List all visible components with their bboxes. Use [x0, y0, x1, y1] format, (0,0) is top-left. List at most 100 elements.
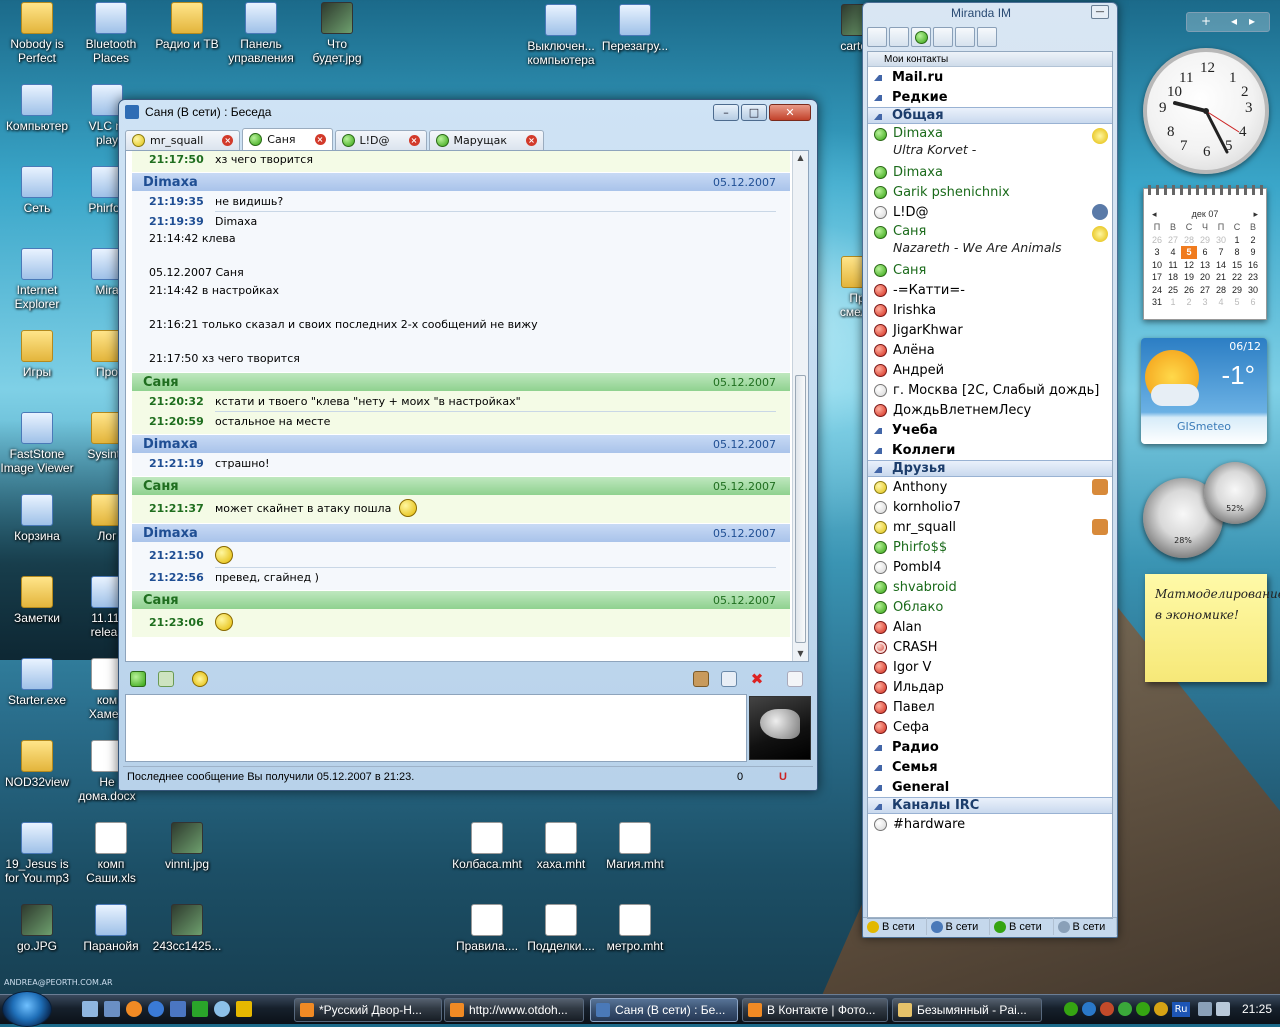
- utorrent-tray-icon[interactable]: [1118, 1002, 1132, 1016]
- scroll-up-icon[interactable]: ▲: [793, 151, 808, 165]
- desktop-icon[interactable]: метро.mht: [598, 904, 672, 953]
- ie-icon[interactable]: [148, 1001, 164, 1017]
- contact-item[interactable]: shvabroid: [868, 577, 1112, 597]
- chat-window[interactable]: Саня (В сети) : Беседа – □ ✕ mr_squall × С…: [118, 99, 818, 791]
- add-contact-icon[interactable]: [889, 27, 909, 47]
- desktop-icon[interactable]: 19_Jesus is for You.mp3: [0, 822, 74, 885]
- desktop-icon[interactable]: Что будет.jpg: [300, 2, 374, 65]
- contact-item[interactable]: Павел: [868, 697, 1112, 717]
- collapsed-icon[interactable]: [874, 783, 882, 791]
- tab-Саня[interactable]: Саня ×: [242, 128, 333, 150]
- close-tab-icon[interactable]: ×: [526, 135, 538, 146]
- contact-item[interactable]: ДождьВлетнемЛесу: [868, 400, 1112, 420]
- antivirus-tray-icon[interactable]: [1100, 1002, 1114, 1016]
- calendar-day[interactable]: 16: [1245, 259, 1261, 272]
- calendar-day[interactable]: 23: [1245, 271, 1261, 284]
- calendar-day[interactable]: 31: [1149, 296, 1165, 309]
- close-tab-icon[interactable]: ×: [222, 135, 234, 146]
- main-menu-icon[interactable]: [867, 27, 887, 47]
- expanded-icon[interactable]: [874, 802, 882, 810]
- desktop-icon[interactable]: Internet Explorer: [0, 248, 74, 311]
- desktop-icon[interactable]: Корзина: [0, 494, 74, 543]
- calendar-day[interactable]: 2: [1181, 296, 1197, 309]
- desktop-icon[interactable]: Bluetooth Places: [74, 2, 148, 65]
- view-icon[interactable]: [977, 27, 997, 47]
- scrollbar-thumb[interactable]: [795, 375, 806, 643]
- expanded-icon[interactable]: [874, 465, 882, 473]
- calendar-day[interactable]: 12: [1181, 259, 1197, 272]
- calendar-day[interactable]: 29: [1197, 234, 1213, 247]
- miranda-tray-icon[interactable]: [1064, 1002, 1078, 1016]
- contact-item[interactable]: Саня: [868, 260, 1112, 280]
- tool-icon[interactable]: [236, 1001, 252, 1017]
- calendar-day[interactable]: 22: [1229, 271, 1245, 284]
- calendar-day[interactable]: 9: [1245, 246, 1261, 259]
- desktop-icon[interactable]: Подделки....: [524, 904, 598, 953]
- taskbar-button[interactable]: Саня (В сети) : Бе...: [590, 998, 738, 1022]
- calendar-day[interactable]: 27: [1165, 234, 1181, 247]
- desktop-icon[interactable]: Паранойя: [74, 904, 148, 953]
- contact-group[interactable]: Общая: [868, 107, 1112, 124]
- contact-group[interactable]: Учеба: [868, 420, 1112, 440]
- calendar-day[interactable]: 28: [1213, 284, 1229, 297]
- expanded-icon[interactable]: [874, 112, 882, 120]
- options-icon[interactable]: [933, 27, 953, 47]
- message-author[interactable]: Саня: [143, 375, 179, 390]
- details-icon[interactable]: [721, 671, 737, 687]
- calendar-day[interactable]: 30: [1245, 284, 1261, 297]
- contact-item[interactable]: Irishka: [868, 300, 1112, 320]
- calendar-day[interactable]: 28: [1181, 234, 1197, 247]
- smiley-icon[interactable]: [192, 671, 208, 687]
- message-author[interactable]: Саня: [143, 479, 179, 494]
- firefox-icon[interactable]: [126, 1001, 142, 1017]
- sidebar-controls[interactable]: + ◂ ▸: [1186, 12, 1270, 32]
- contact-item[interactable]: #hardware: [868, 814, 1112, 834]
- contact-item[interactable]: PombI4: [868, 557, 1112, 577]
- contact-item[interactable]: Dimaxa Ultra Korvet -: [868, 124, 1112, 162]
- network-icon[interactable]: [214, 1001, 230, 1017]
- protocol-status[interactable]: В сети: [863, 918, 927, 935]
- calendar-day[interactable]: 17: [1149, 271, 1165, 284]
- desktop-icon[interactable]: Игры: [0, 330, 74, 379]
- contact-item[interactable]: Саня Nazareth - We Are Animals: [868, 222, 1112, 260]
- desktop-icon[interactable]: 243cc1425...: [150, 904, 224, 953]
- protocol-status[interactable]: В сети: [990, 918, 1054, 935]
- chat-titlebar[interactable]: Саня (В сети) : Беседа – □ ✕: [119, 100, 817, 124]
- calendar-day[interactable]: 6: [1245, 296, 1261, 309]
- contact-item[interactable]: Phirfo$$: [868, 537, 1112, 557]
- message-author[interactable]: Dimaxa: [143, 175, 198, 190]
- desktop-icon[interactable]: Starter.exe: [0, 658, 74, 707]
- desktop-icon[interactable]: Магия.mht: [598, 822, 672, 871]
- tab-mr_squall[interactable]: mr_squall ×: [125, 130, 241, 150]
- contact-list[interactable]: Мои контакты Mail.ru Редкие Общая Dimaxa Ult…: [867, 51, 1113, 919]
- contact-group[interactable]: Семья: [868, 757, 1112, 777]
- calendar-day[interactable]: 24: [1149, 284, 1165, 297]
- miranda-contact-list-window[interactable]: Miranda IM — Мои контакты Mail.ru Редкие О…: [862, 2, 1118, 938]
- contact-group[interactable]: Друзья: [868, 460, 1112, 477]
- desktop-icon[interactable]: NOD32view: [0, 740, 74, 789]
- contact-item[interactable]: Alan: [868, 617, 1112, 637]
- contact-group[interactable]: Радио: [868, 737, 1112, 757]
- calendar-day[interactable]: 26: [1149, 234, 1165, 247]
- contact-item[interactable]: kornholio7: [868, 497, 1112, 517]
- calendar-day[interactable]: 8: [1229, 246, 1245, 259]
- calendar-day[interactable]: 4: [1165, 246, 1181, 259]
- contact-item[interactable]: Igor V: [868, 657, 1112, 677]
- collapsed-icon[interactable]: [874, 93, 882, 101]
- desktop-icon[interactable]: Радио и ТВ: [150, 2, 224, 51]
- contact-item[interactable]: JigarKhwar: [868, 320, 1112, 340]
- desktop-icon[interactable]: Выключен... компьютера: [524, 4, 598, 67]
- cal-prev-icon[interactable]: ◂: [1152, 209, 1157, 220]
- contact-item[interactable]: L!D@: [868, 202, 1112, 222]
- taskbar-button[interactable]: Безымянный - Pai...: [892, 998, 1042, 1022]
- calendar-day[interactable]: 15: [1229, 259, 1245, 272]
- contact-item[interactable]: Андрей: [868, 360, 1112, 380]
- taskbar-button[interactable]: http://www.otdoh...: [444, 998, 584, 1022]
- collapsed-icon[interactable]: [874, 743, 882, 751]
- find-icon[interactable]: [955, 27, 975, 47]
- desktop-icon[interactable]: Заметки: [0, 576, 74, 625]
- cal-next-icon[interactable]: ▸: [1253, 209, 1258, 220]
- desktop-icon[interactable]: go.JPG: [0, 904, 74, 953]
- collapsed-icon[interactable]: [874, 73, 882, 81]
- contact-group[interactable]: Каналы IRC: [868, 797, 1112, 814]
